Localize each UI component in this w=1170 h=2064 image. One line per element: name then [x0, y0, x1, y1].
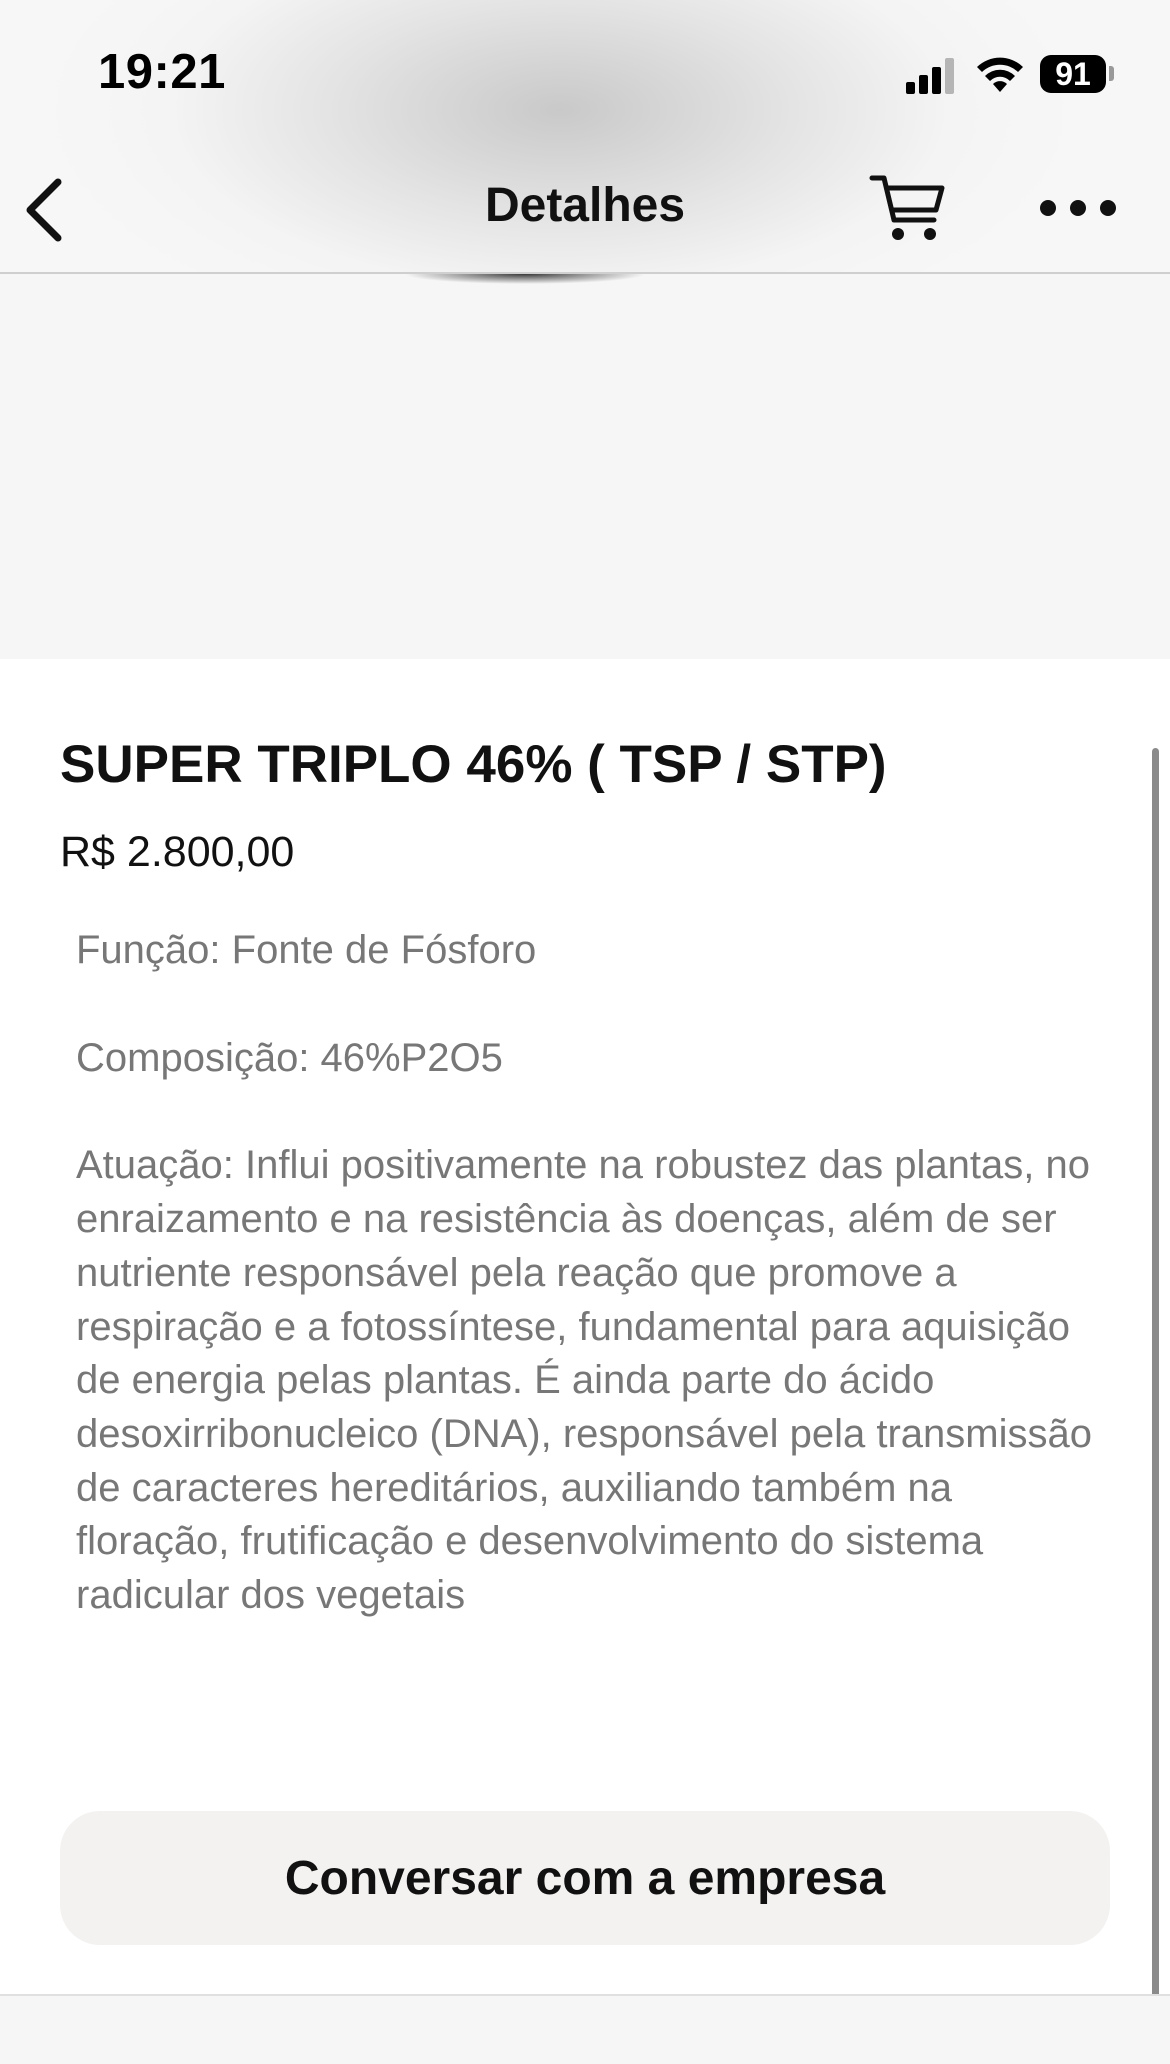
more-options-button[interactable]: [1036, 188, 1120, 228]
description-action: Atuação: Influi positivamente na robuste…: [76, 1143, 1092, 1618]
product-image[interactable]: [0, 274, 1170, 659]
cellular-signal-icon: [906, 58, 956, 94]
product-price: R$ 2.800,00: [60, 828, 295, 876]
more-dot: [1100, 200, 1116, 216]
product-description: Função: Fonte de Fósforo Composição: 46%…: [76, 924, 1106, 1623]
cart-button[interactable]: [868, 170, 948, 246]
product-image-shadow: [405, 274, 645, 288]
page-title: Detalhes: [484, 179, 686, 232]
more-dot: [1070, 200, 1086, 216]
status-time: 19:21: [98, 45, 226, 99]
cart-icon: [869, 175, 945, 240]
scrollbar[interactable]: [1152, 748, 1159, 2064]
status-bar: 19:21 91: [0, 0, 1170, 150]
battery-tip: [1109, 66, 1114, 81]
description-composition: Composição: 46%P2O5: [76, 1035, 503, 1080]
chat-with-company-button[interactable]: Conversar com a empresa: [60, 1811, 1110, 1945]
description-function: Função: Fonte de Fósforo: [76, 928, 537, 972]
product-details: SUPER TRIPLO 46% ( TSP / STP) R$ 2.800,0…: [0, 660, 1170, 1994]
more-horizontal-icon: [1040, 200, 1056, 216]
product-title: SUPER TRIPLO 46% ( TSP / STP): [60, 735, 887, 794]
navigation-bar: Detalhes: [0, 150, 1170, 272]
battery-icon: 91: [1040, 55, 1106, 93]
wifi-icon: [977, 57, 1023, 92]
bottom-bar: [0, 1996, 1170, 2064]
